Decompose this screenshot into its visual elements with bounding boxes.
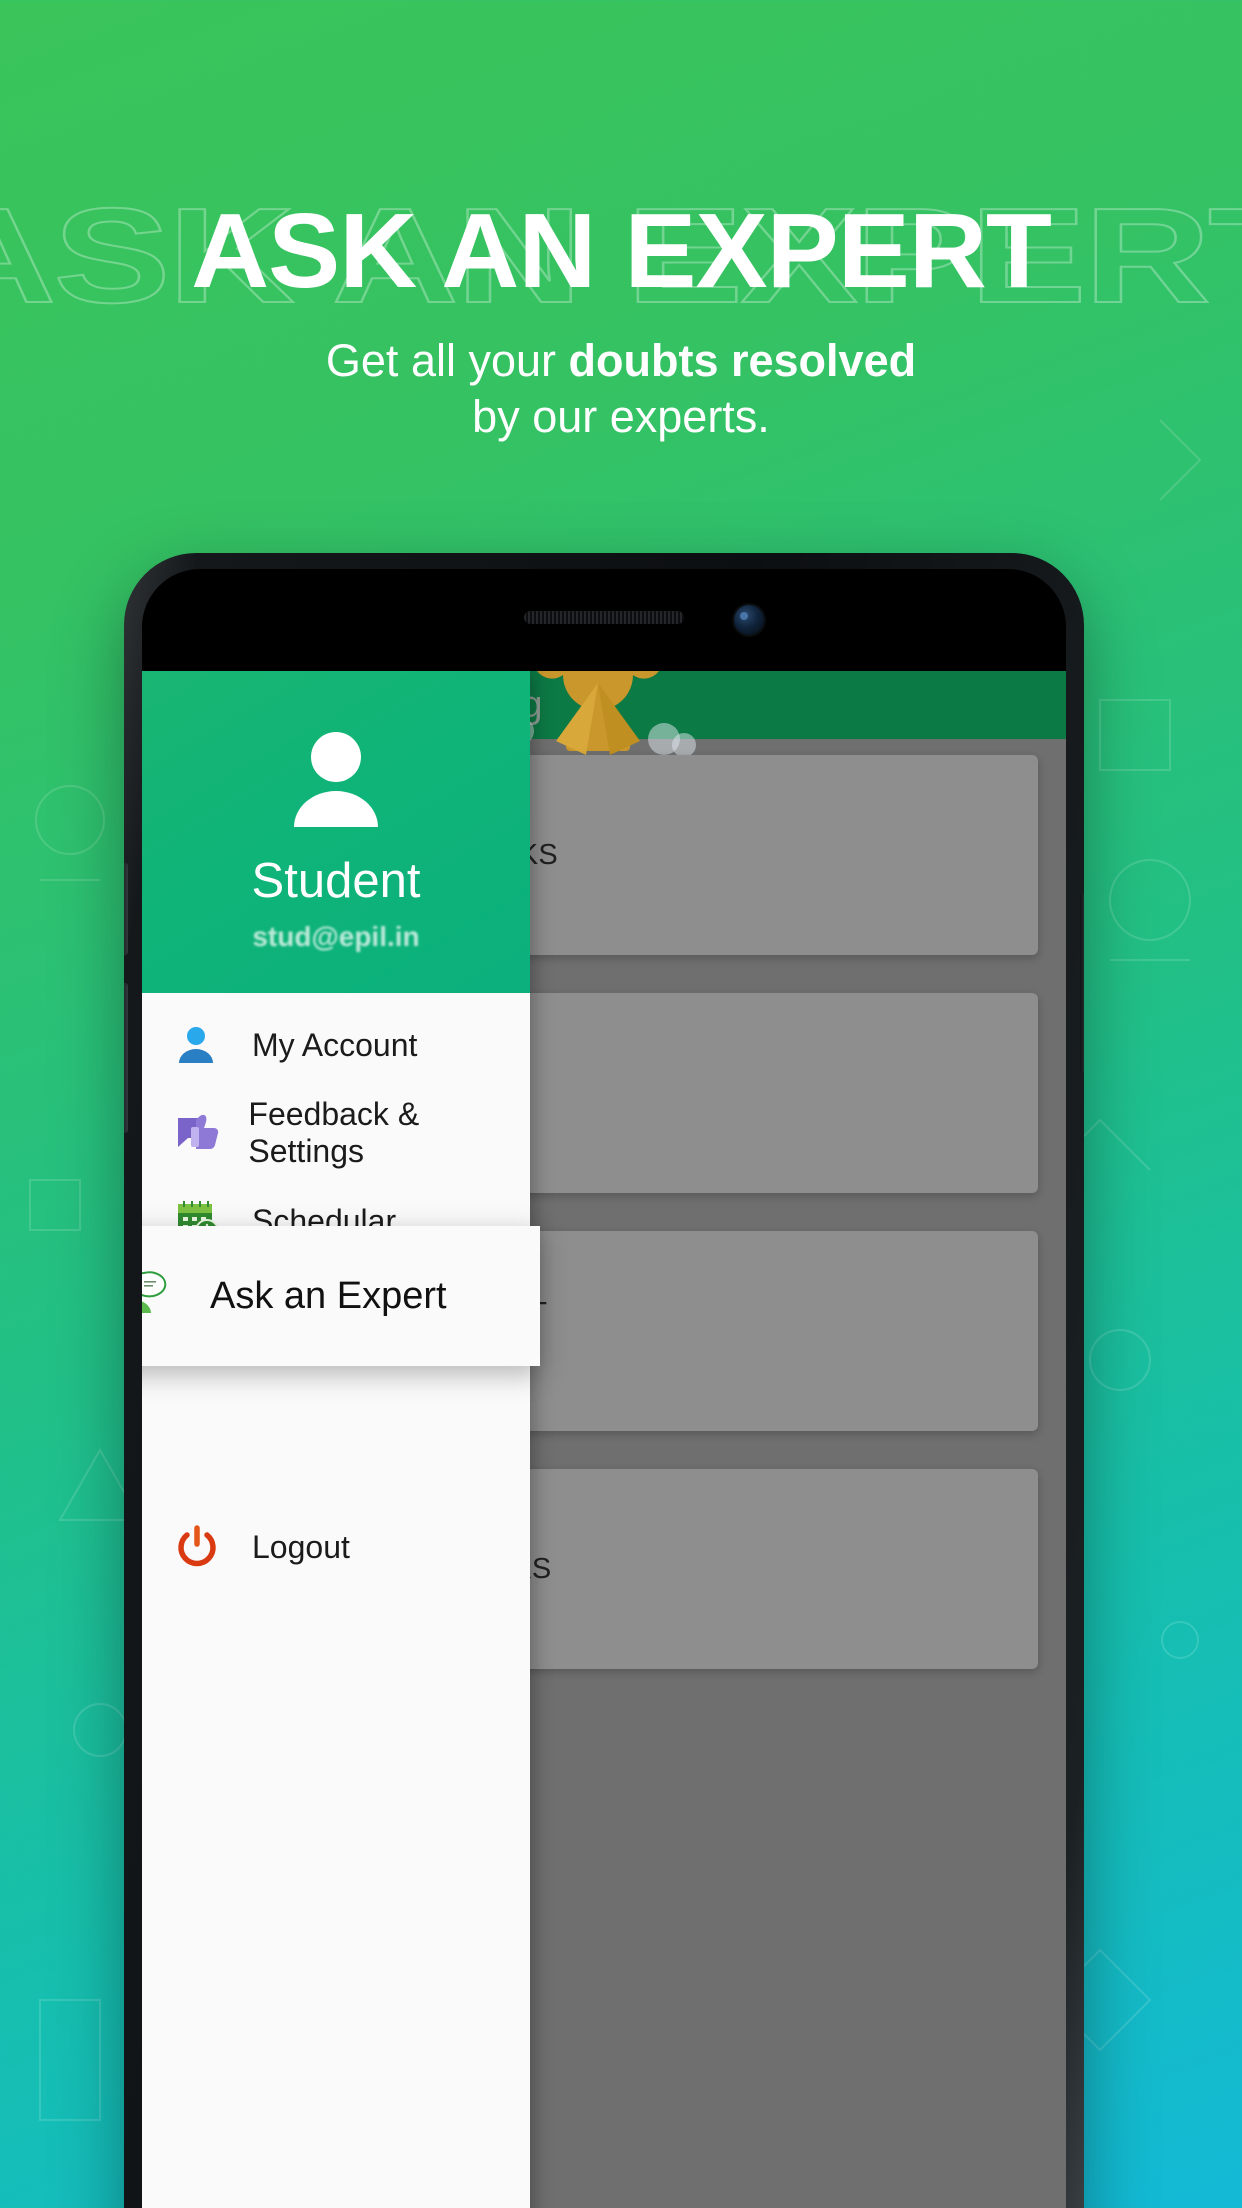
volume-down-button[interactable]	[124, 983, 128, 1133]
hero-subtitle: Get all your doubts resolved by our expe…	[0, 333, 1242, 446]
drawer-header: Student stud@epil.in	[142, 671, 530, 993]
navigation-drawer: Student stud@epil.in My Account Feedback…	[142, 671, 540, 2208]
power-icon	[174, 1524, 252, 1570]
drawer-item-ask-an-expert[interactable]: Ask an Expert	[142, 1226, 540, 1366]
power-side-button[interactable]	[1080, 893, 1084, 1073]
drawer-menu-spacer	[142, 1353, 530, 1503]
drawer-item-label: My Account	[252, 1026, 418, 1063]
drawer-item-logout[interactable]: Logout	[142, 1503, 530, 1591]
camera-glint	[740, 612, 748, 620]
person-icon	[174, 1023, 252, 1067]
subtitle-emphasis: doubts resolved	[568, 335, 917, 386]
subtitle-line-2: by our experts.	[472, 391, 770, 443]
subtitle-lead: Get all your	[325, 335, 569, 386]
ask-expert-icon	[142, 1267, 210, 1325]
app-screen: rning	[142, 671, 1066, 2208]
drawer-item-label: Ask an Expert	[210, 1274, 447, 1317]
page-title: ASK AN EXPERT	[191, 192, 1052, 310]
drawer-item-my-account[interactable]: My Account	[142, 1001, 530, 1089]
volume-up-button[interactable]	[124, 863, 128, 955]
drawer-item-label: Logout	[252, 1528, 350, 1565]
phone-mockup: rning	[124, 553, 1084, 2208]
thumbs-up-chat-icon	[174, 1110, 248, 1156]
drawer-user-name: Student	[251, 854, 421, 908]
front-camera-icon	[734, 605, 764, 635]
phone-screen-bezel: rning	[142, 569, 1066, 2208]
drawer-item-label: Feedback & Settings	[248, 1096, 420, 1169]
person-avatar-icon	[284, 727, 388, 836]
earpiece-speaker-icon	[524, 611, 684, 624]
drawer-item-feedback-settings[interactable]: Feedback & Settings	[142, 1089, 530, 1177]
drawer-user-email: stud@epil.in	[252, 921, 420, 952]
